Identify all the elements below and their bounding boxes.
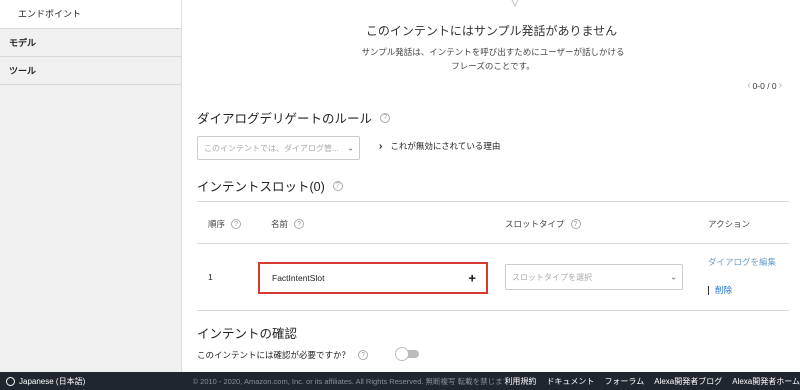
chevron-left-icon[interactable]: ‹ [747, 80, 750, 91]
chevron-right-icon[interactable]: › [779, 80, 782, 91]
delete-label: 削除 [715, 285, 733, 295]
intent-confirmation-title: インテントの確認 [197, 327, 298, 341]
confirmation-question: このインテントには確認が必要ですか？ ? [197, 349, 369, 361]
slot-name-input[interactable]: FactIntentSlot + [258, 262, 488, 294]
pagination: ‹ 0-0 / 0 › [747, 80, 782, 91]
sidebar-item-tools[interactable]: ツール [0, 57, 181, 85]
empty-utterances-description: サンプル発話は、インテントを呼び出すためにユーザーが話しかけるフレーズのことです… [361, 47, 625, 71]
language-selector[interactable]: Japanese (日本語) [0, 376, 193, 387]
footer-link-docs[interactable]: ドキュメント [546, 376, 594, 387]
copyright: © 2010 - 2020, Amazon.com, Inc. or its a… [192, 376, 505, 386]
column-header-slot-type: スロットタイプ ? [505, 218, 581, 230]
column-header-action-label: アクション [708, 219, 751, 229]
divider [197, 243, 789, 244]
column-header-slot-type-label: スロットタイプ [505, 219, 565, 229]
help-icon[interactable]: ? [294, 219, 305, 229]
help-icon[interactable]: ? [570, 219, 581, 229]
help-icon[interactable]: ? [358, 350, 369, 360]
dialog-rule-title: ダイアログデリゲートのルール [197, 112, 373, 126]
help-icon[interactable]: ? [231, 219, 242, 229]
slot-type-select-value: スロットタイプを選択 [512, 272, 592, 282]
sidebar: エンドポイント モデル ツール [0, 0, 182, 372]
sidebar-item-endpoint[interactable]: エンドポイント [0, 0, 181, 29]
divider [197, 201, 789, 202]
empty-utterances-title: このインテントにはサンプル発話がありません [365, 24, 618, 38]
column-header-name-label: 名前 [271, 219, 289, 229]
confirmation-question-label: このインテントには確認が必要ですか？ [197, 350, 351, 360]
speech-bubble-icon [511, 0, 519, 8]
why-disabled-label: これが無効にされている理由 [390, 141, 501, 151]
edit-dialog-link[interactable]: ダイアログを編集 [708, 256, 778, 268]
plus-icon[interactable]: + [468, 271, 476, 286]
slot-type-select[interactable]: スロットタイプを選択 ⌄ [505, 264, 683, 290]
column-header-order-label: 順序 [208, 219, 226, 229]
chevron-down-icon: ⌄ [670, 272, 677, 282]
footer: Japanese (日本語) © 2010 - 2020, Amazon.com… [0, 372, 800, 390]
delete-link[interactable]: 削除 [708, 284, 732, 296]
chevron-right-icon: › [379, 140, 383, 152]
toggle-knob [395, 347, 409, 361]
globe-icon [6, 376, 15, 386]
confirmation-toggle[interactable] [395, 347, 419, 361]
main-content: このインテントにはサンプル発話がありません サンプル発話は、インテントを呼び出す… [183, 0, 800, 372]
divider [197, 310, 789, 311]
intent-slots-title: インテントスロット(0) [197, 180, 325, 194]
intent-confirmation-heading: インテントの確認 [197, 323, 297, 342]
column-header-action: アクション [708, 218, 750, 230]
dialog-rule-select[interactable]: このインテントでは、ダイアログ管... ⌄ [197, 136, 360, 160]
dialog-rule-heading: ダイアログデリゲートのルール ? [197, 108, 391, 127]
column-header-name: 名前 ? [271, 218, 305, 230]
pagination-label: 0-0 / 0 [752, 80, 777, 91]
intent-slots-heading: インテントスロット(0) ? [197, 176, 343, 195]
footer-links: 利用規約 ドキュメント フォーラム Alexa開発者ブログ Alexa開発者ホー… [504, 376, 800, 387]
slot-name-value: FactIntentSlot [272, 273, 325, 283]
dialog-rule-select-value: このインテントでは、ダイアログ管... [204, 143, 339, 153]
why-disabled-link[interactable]: › これが無効にされている理由 [379, 140, 500, 152]
sidebar-item-model[interactable]: モデル [0, 29, 181, 57]
footer-link-blog[interactable]: Alexa開発者ブログ [654, 376, 722, 387]
help-icon[interactable]: ? [380, 112, 391, 123]
help-icon[interactable]: ? [332, 180, 343, 191]
chevron-down-icon: ⌄ [347, 143, 354, 153]
footer-link-terms[interactable]: 利用規約 [504, 376, 536, 387]
language-label: Japanese (日本語) [19, 376, 86, 386]
footer-link-home[interactable]: Alexa開発者ホーム [732, 376, 800, 387]
slot-order: 1 [208, 272, 213, 282]
column-header-order: 順序 ? [208, 218, 242, 230]
footer-link-forum[interactable]: フォーラム [604, 376, 644, 387]
separator [708, 285, 709, 295]
